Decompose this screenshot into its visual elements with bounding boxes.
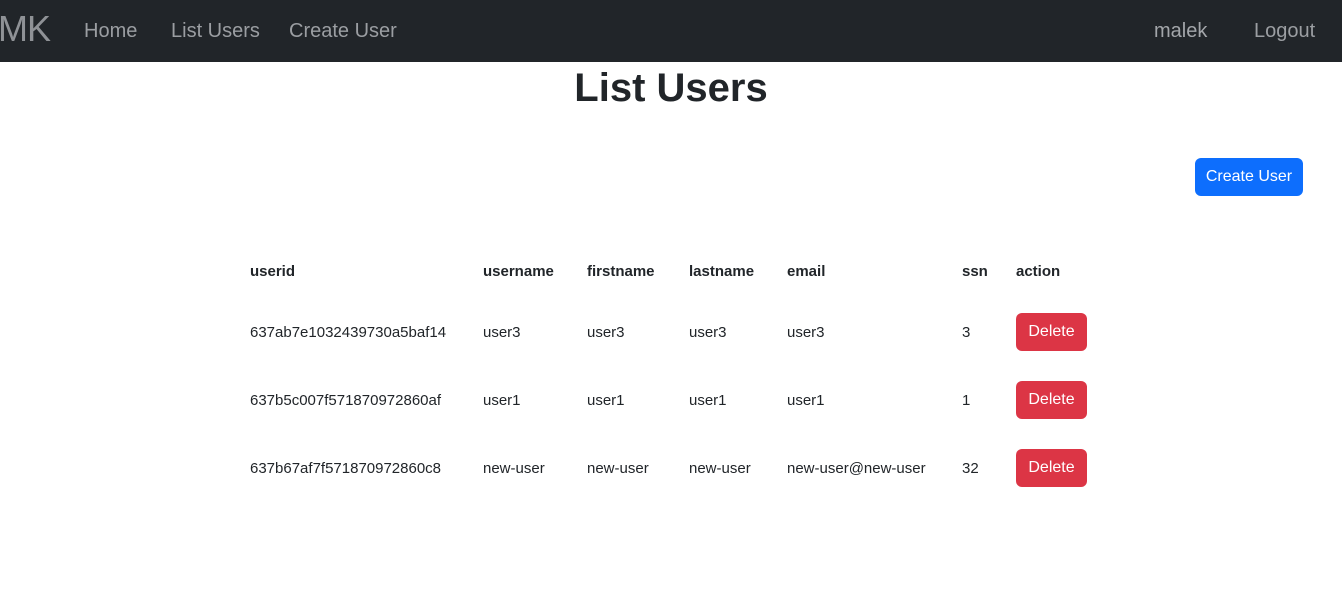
cell-firstname: user1 — [587, 392, 625, 409]
cell-lastname: user3 — [689, 324, 727, 341]
nav-link-create-user[interactable]: Create User — [289, 19, 397, 43]
delete-button[interactable]: Delete — [1016, 313, 1087, 351]
cell-userid: 637ab7e1032439730a5baf14 — [250, 324, 447, 341]
cell-email: user1 — [787, 392, 825, 409]
cell-ssn: 3 — [962, 324, 971, 341]
cell-username: user3 — [483, 324, 521, 341]
cell-ssn: 1 — [962, 392, 971, 409]
brand-logo[interactable]: MK — [0, 7, 51, 51]
column-header-lastname: lastname — [689, 263, 755, 280]
cell-firstname: new-user — [587, 460, 649, 477]
column-header-username: username — [483, 263, 554, 280]
cell-email: user3 — [787, 324, 825, 341]
cell-email: new-user@new-user — [787, 460, 926, 477]
cell-username: user1 — [483, 392, 521, 409]
create-user-button[interactable]: Create User — [1195, 158, 1303, 196]
cell-ssn: 32 — [962, 460, 979, 477]
cell-lastname: new-user — [689, 460, 751, 477]
column-header-firstname: firstname — [587, 263, 655, 280]
cell-userid: 637b67af7f571870972860c8 — [250, 460, 442, 477]
navbar: MK Home List Users Create User malek Log… — [0, 0, 1342, 62]
nav-link-home[interactable]: Home — [84, 19, 137, 43]
nav-username[interactable]: malek — [1154, 19, 1207, 43]
delete-button[interactable]: Delete — [1016, 449, 1087, 487]
column-header-email: email — [787, 263, 826, 280]
nav-link-list-users[interactable]: List Users — [171, 19, 260, 43]
column-header-ssn: ssn — [962, 263, 988, 280]
cell-lastname: user1 — [689, 392, 727, 409]
column-header-action: action — [1016, 263, 1061, 280]
nav-logout[interactable]: Logout — [1254, 19, 1315, 43]
delete-button[interactable]: Delete — [1016, 381, 1087, 419]
column-header-userid: userid — [250, 263, 296, 280]
cell-userid: 637b5c007f571870972860af — [250, 392, 442, 409]
cell-firstname: user3 — [587, 324, 625, 341]
cell-username: new-user — [483, 460, 545, 477]
page-title: List Users — [574, 66, 768, 110]
